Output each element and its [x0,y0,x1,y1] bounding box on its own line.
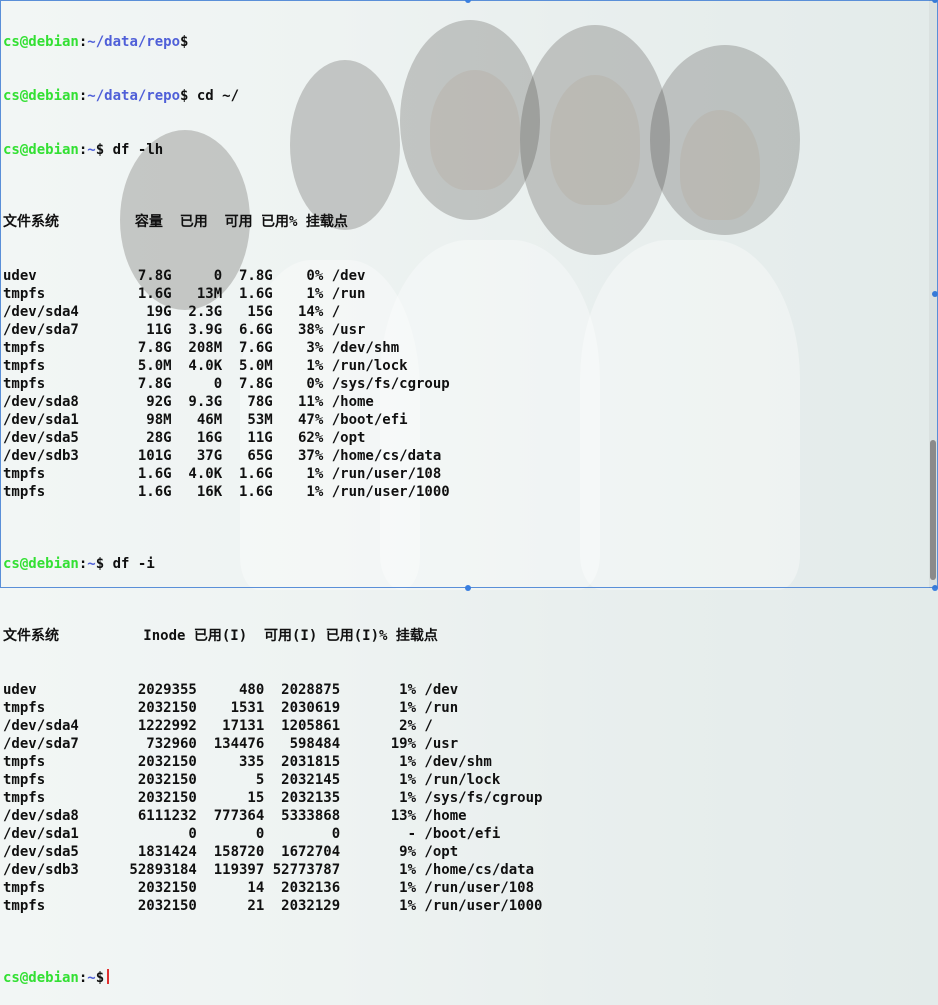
df-i-row: /dev/sda8 6111232 777364 5333868 13% /ho… [3,808,467,824]
df-i-row: tmpfs 2032150 335 2031815 1% /dev/shm [3,754,492,770]
df-i-row: tmpfs 2032150 15 2032135 1% /sys/fs/cgro… [3,790,543,806]
df-i-row: /dev/sda7 732960 134476 598484 19% /usr [3,736,459,752]
df-i-row: tmpfs 2032150 5 2032145 1% /run/lock [3,772,501,788]
df-i-header: 文件系统 Inode 已用(I) 可用(I) 已用(I)% 挂载点 [3,628,438,644]
command-text: df -lh [104,142,164,158]
df-i-row: udev 2029355 480 2028875 1% /dev [3,682,459,698]
df-lh-header: 文件系统 容量 已用 可用 已用% 挂载点 [3,214,348,230]
df-lh-row: udev 7.8G 0 7.8G 0% /dev [3,268,366,284]
vertical-scrollbar[interactable] [929,0,937,588]
df-lh-row: /dev/sda8 92G 9.3G 78G 11% /home [3,394,374,410]
df-i-row: tmpfs 2032150 21 2032129 1% /run/user/10… [3,898,543,914]
terminal-output[interactable]: cs@debian:~/data/repo$ cs@debian:~/data/… [3,0,928,986]
window-frame-left [0,0,1,588]
prompt-path: ~/data/repo [87,34,181,50]
prompt-user: cs@debian [3,142,79,158]
prompt-line: cs@debian:~$ df -lh [3,142,164,158]
prompt-line-active[interactable]: cs@debian:~$ [3,969,928,987]
df-i-row: /dev/sda1 0 0 0 - /boot/efi [3,826,501,842]
prompt-path: ~ [87,556,96,572]
prompt-user: cs@debian [3,556,79,572]
prompt-user: cs@debian [3,34,79,50]
prompt-sign: $ [95,556,105,572]
df-lh-row: tmpfs 1.6G 16K 1.6G 1% /run/user/1000 [3,484,450,500]
prompt-path: ~/data/repo [87,88,181,104]
prompt-sign: $ [95,142,105,158]
df-i-row: /dev/sda5 1831424 158720 1672704 9% /opt [3,844,459,860]
text-cursor [107,969,109,984]
prompt-sign: $ [95,970,105,986]
command-text: cd ~/ [188,88,240,104]
df-lh-row: /dev/sda1 98M 46M 53M 47% /boot/efi [3,412,408,428]
df-lh-row: tmpfs 5.0M 4.0K 5.0M 1% /run/lock [3,358,408,374]
df-i-row: /dev/sda4 1222992 17131 1205861 2% / [3,718,433,734]
command-text: df -i [104,556,155,572]
prompt-user: cs@debian [3,88,79,104]
prompt-line: cs@debian:~$ df -i [3,556,155,572]
prompt-user: cs@debian [3,970,79,986]
prompt-path: ~ [87,142,96,158]
df-i-row: tmpfs 2032150 1531 2030619 1% /run [3,700,459,716]
scrollbar-thumb[interactable] [930,440,936,580]
df-i-row: /dev/sdb3 52893184 119397 52773787 1% /h… [3,862,535,878]
df-lh-row: /dev/sda5 28G 16G 11G 62% /opt [3,430,366,446]
prompt-path: ~ [87,970,96,986]
df-lh-row: /dev/sda7 11G 3.9G 6.6G 38% /usr [3,322,366,338]
prompt-line: cs@debian:~/data/repo$ cd ~/ [3,88,240,104]
df-lh-row: /dev/sdb3 101G 37G 65G 37% /home/cs/data [3,448,442,464]
df-i-row: tmpfs 2032150 14 2032136 1% /run/user/10… [3,880,535,896]
prompt-line: cs@debian:~/data/repo$ [3,34,189,50]
df-lh-row: tmpfs 7.8G 0 7.8G 0% /sys/fs/cgroup [3,376,450,392]
prompt-sign: $ [180,34,189,50]
df-lh-row: tmpfs 7.8G 208M 7.6G 3% /dev/shm [3,340,400,356]
df-lh-row: tmpfs 1.6G 13M 1.6G 1% /run [3,286,366,302]
df-lh-row: tmpfs 1.6G 4.0K 1.6G 1% /run/user/108 [3,466,442,482]
df-lh-row: /dev/sda4 19G 2.3G 15G 14% / [3,304,341,320]
